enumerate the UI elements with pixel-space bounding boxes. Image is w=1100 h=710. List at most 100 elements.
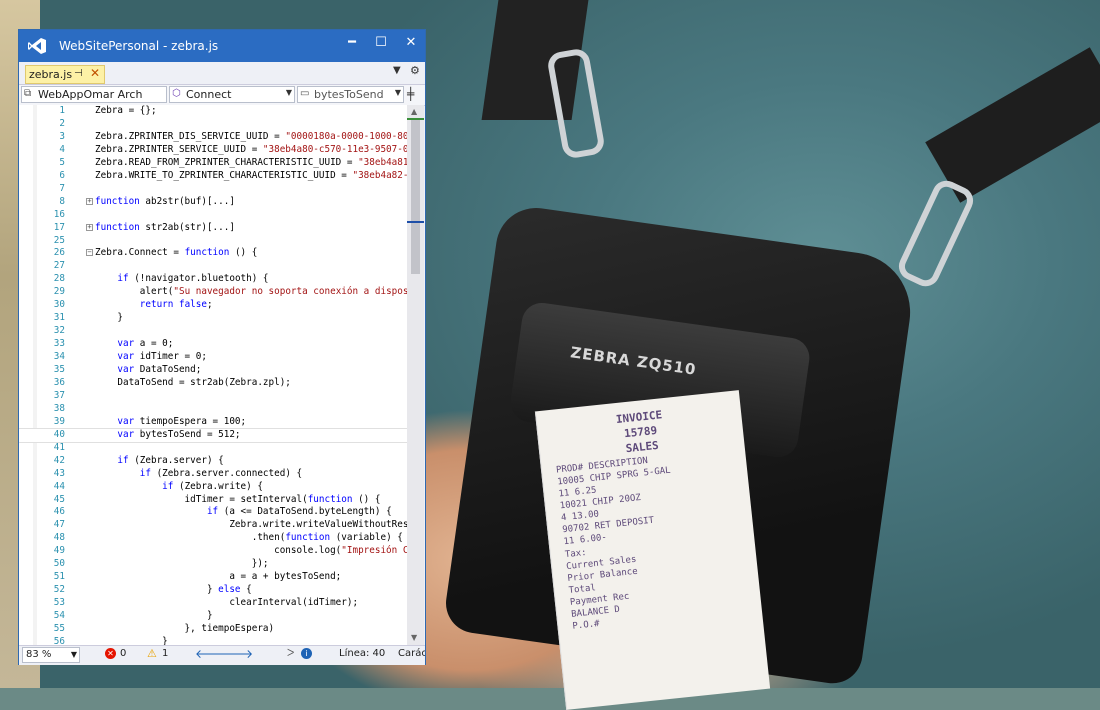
code-line[interactable]: 38: [19, 403, 407, 416]
error-count[interactable]: 0: [120, 648, 126, 659]
error-icon[interactable]: ✕: [105, 648, 116, 659]
code-line[interactable]: 40 var bytesToSend = 512;: [19, 427, 407, 443]
code-line[interactable]: 33 var a = 0;: [19, 338, 407, 351]
code-line[interactable]: 44 if (Zebra.write) {: [19, 481, 407, 494]
code-line[interactable]: 48 .then(function (variable) {: [19, 532, 407, 545]
code-line[interactable]: 51 a = a + bytesToSend;: [19, 571, 407, 584]
code-text[interactable]: Zebra.ZPRINTER_DIS_SERVICE_UUID = "00001…: [95, 131, 407, 142]
code-line[interactable]: 37: [19, 390, 407, 403]
code-text[interactable]: }, tiempoEspera): [95, 623, 275, 634]
tab-close-icon[interactable]: ✕: [90, 66, 100, 80]
maximize-button[interactable]: ☐: [370, 35, 392, 53]
code-text[interactable]: Zebra.READ_FROM_ZPRINTER_CHARACTERISTIC_…: [95, 157, 407, 168]
property-combo[interactable]: ▭ bytesToSend ▼: [297, 86, 404, 103]
code-line[interactable]: 28 if (!navigator.bluetooth) {: [19, 273, 407, 286]
code-text[interactable]: });: [95, 558, 269, 569]
code-text[interactable]: .then(function (variable) {: [95, 532, 403, 543]
code-line[interactable]: 26 − Zebra.Connect = function () {: [19, 247, 407, 260]
code-text[interactable]: if (a <= DataToSend.byteLength) {: [95, 506, 392, 517]
tab-list-dropdown-icon[interactable]: ▼: [393, 65, 401, 76]
code-text[interactable]: if (Zebra.server) {: [95, 455, 223, 466]
code-line[interactable]: 7: [19, 183, 407, 196]
code-line[interactable]: 35 var DataToSend;: [19, 364, 407, 377]
code-text[interactable]: return false;: [95, 299, 213, 310]
code-text[interactable]: idTimer = setInterval(function () {: [95, 494, 381, 505]
quick-actions-icon[interactable]: ᐳ: [287, 648, 294, 659]
code-line[interactable]: 6 Zebra.WRITE_TO_ZPRINTER_CHARACTERISTIC_…: [19, 170, 407, 183]
code-text[interactable]: function ab2str(buf)[...]: [95, 196, 235, 207]
code-text[interactable]: } else {: [95, 584, 252, 595]
tab-zebra-js[interactable]: zebra.js ⊣ ✕: [25, 65, 105, 84]
code-line[interactable]: 16: [19, 209, 407, 222]
code-line[interactable]: 3 Zebra.ZPRINTER_DIS_SERVICE_UUID = "0000…: [19, 131, 407, 144]
code-line[interactable]: 31 }: [19, 312, 407, 325]
code-line[interactable]: 29 alert("Su navegador no soporta conexi…: [19, 286, 407, 299]
code-text[interactable]: if (Zebra.write) {: [95, 481, 263, 492]
code-line[interactable]: 49 console.log("Impresión Co: [19, 545, 407, 558]
code-line[interactable]: 41: [19, 442, 407, 455]
code-text[interactable]: var a = 0;: [95, 338, 173, 349]
code-text[interactable]: var idTimer = 0;: [95, 351, 207, 362]
code-text[interactable]: alert("Su navegador no soporta conexión …: [95, 286, 407, 297]
code-line[interactable]: 43 if (Zebra.server.connected) {: [19, 468, 407, 481]
code-line[interactable]: 27: [19, 260, 407, 273]
code-line[interactable]: 34 var idTimer = 0;: [19, 351, 407, 364]
code-line[interactable]: 50 });: [19, 558, 407, 571]
code-line[interactable]: 2: [19, 118, 407, 131]
code-text[interactable]: }: [95, 312, 123, 323]
code-line[interactable]: 8 + function ab2str(buf)[...]: [19, 196, 407, 209]
code-text[interactable]: Zebra.Connect = function () {: [95, 247, 257, 258]
code-text[interactable]: var DataToSend;: [95, 364, 201, 375]
code-line[interactable]: 52 } else {: [19, 584, 407, 597]
code-text[interactable]: }: [95, 610, 213, 621]
code-line[interactable]: 30 return false;: [19, 299, 407, 312]
vertical-scrollbar[interactable]: ▲ ▼: [407, 105, 424, 645]
project-combo[interactable]: ⧉ WebAppOmar Arch: [21, 86, 167, 103]
code-text[interactable]: if (!navigator.bluetooth) {: [95, 273, 268, 284]
code-text[interactable]: if (Zebra.server.connected) {: [95, 468, 302, 479]
code-line[interactable]: 45 idTimer = setInterval(function () {: [19, 494, 407, 507]
code-line[interactable]: 54 }: [19, 610, 407, 623]
code-line[interactable]: 25: [19, 235, 407, 248]
code-line[interactable]: 46 if (a <= DataToSend.byteLength) {: [19, 506, 407, 519]
code-line[interactable]: 39 var tiempoEspera = 100;: [19, 416, 407, 429]
navigate-forward-icon[interactable]: 🡒: [221, 646, 253, 661]
code-line[interactable]: 5 Zebra.READ_FROM_ZPRINTER_CHARACTERISTIC…: [19, 157, 407, 170]
title-bar[interactable]: WebSitePersonal - zebra.js ━ ☐ ✕: [19, 30, 425, 62]
minimize-button[interactable]: ━: [341, 35, 363, 53]
close-button[interactable]: ✕: [400, 35, 422, 53]
code-text[interactable]: Zebra.WRITE_TO_ZPRINTER_CHARACTERISTIC_U…: [95, 170, 407, 181]
scroll-down-icon[interactable]: ▼: [411, 633, 417, 642]
code-text[interactable]: a = a + bytesToSend;: [95, 571, 341, 582]
zoom-combo[interactable]: 83 % ▼: [22, 647, 80, 663]
code-text[interactable]: var bytesToSend = 512;: [95, 429, 240, 440]
gear-icon[interactable]: ⚙: [410, 64, 420, 77]
code-line[interactable]: 56 }: [19, 636, 407, 645]
collapse-icon[interactable]: −: [86, 249, 93, 257]
code-line[interactable]: 47 Zebra.write.writeValueWithoutResp: [19, 519, 407, 532]
scroll-thumb[interactable]: [411, 119, 420, 274]
expand-icon[interactable]: +: [86, 223, 93, 231]
code-line[interactable]: 4 Zebra.ZPRINTER_SERVICE_UUID = "38eb4a80…: [19, 144, 407, 157]
warning-count[interactable]: 1: [162, 648, 168, 659]
code-text[interactable]: DataToSend = str2ab(Zebra.zpl);: [95, 377, 291, 388]
warning-icon[interactable]: ⚠: [147, 647, 157, 660]
member-combo[interactable]: ⬡ Connect ▼: [169, 86, 295, 103]
code-text[interactable]: Zebra.write.writeValueWithoutResp: [95, 519, 407, 530]
code-line[interactable]: 55 }, tiempoEspera): [19, 623, 407, 636]
code-line[interactable]: 36 DataToSend = str2ab(Zebra.zpl);: [19, 377, 407, 390]
pin-icon[interactable]: ⊣: [74, 68, 83, 79]
expand-icon[interactable]: +: [86, 197, 93, 205]
code-editor[interactable]: 1 Zebra = {}; 2 3 Zebra.ZPRINTER_DIS_SERVICE…: [19, 105, 407, 645]
code-text[interactable]: }: [95, 636, 168, 645]
code-line[interactable]: 17 + function str2ab(str)[...]: [19, 222, 407, 235]
code-line[interactable]: 32: [19, 325, 407, 338]
code-line[interactable]: 53 clearInterval(idTimer);: [19, 597, 407, 610]
split-editor-icon[interactable]: ╪: [407, 87, 414, 101]
scroll-up-icon[interactable]: ▲: [411, 107, 417, 116]
code-text[interactable]: console.log("Impresión Co: [95, 545, 407, 556]
code-text[interactable]: function str2ab(str)[...]: [95, 222, 235, 233]
code-text[interactable]: Zebra.ZPRINTER_SERVICE_UUID = "38eb4a80-…: [95, 144, 407, 155]
code-line[interactable]: 42 if (Zebra.server) {: [19, 455, 407, 468]
info-icon[interactable]: i: [301, 648, 312, 659]
